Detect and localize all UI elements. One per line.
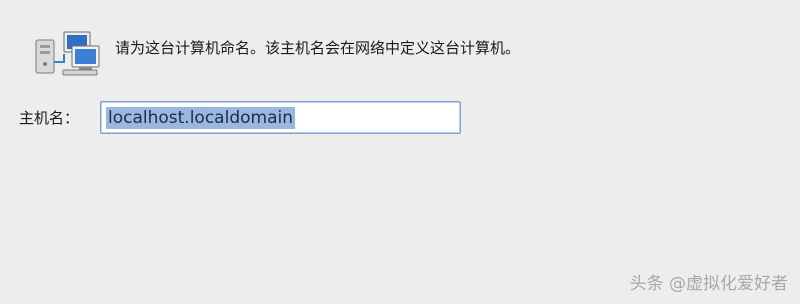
watermark-text: 头条 @虚拟化爱好者 bbox=[629, 274, 788, 294]
hostname-input[interactable]: localhost.localdomain bbox=[100, 101, 461, 134]
hostname-label: 主机名： bbox=[19, 109, 80, 127]
hostname-input-selected-text[interactable]: localhost.localdomain bbox=[106, 107, 295, 129]
network-computers-icon bbox=[30, 28, 102, 78]
hostname-description-text: 请为这台计算机命名。该主机名会在网络中定义这台计算机。 bbox=[115, 39, 521, 57]
